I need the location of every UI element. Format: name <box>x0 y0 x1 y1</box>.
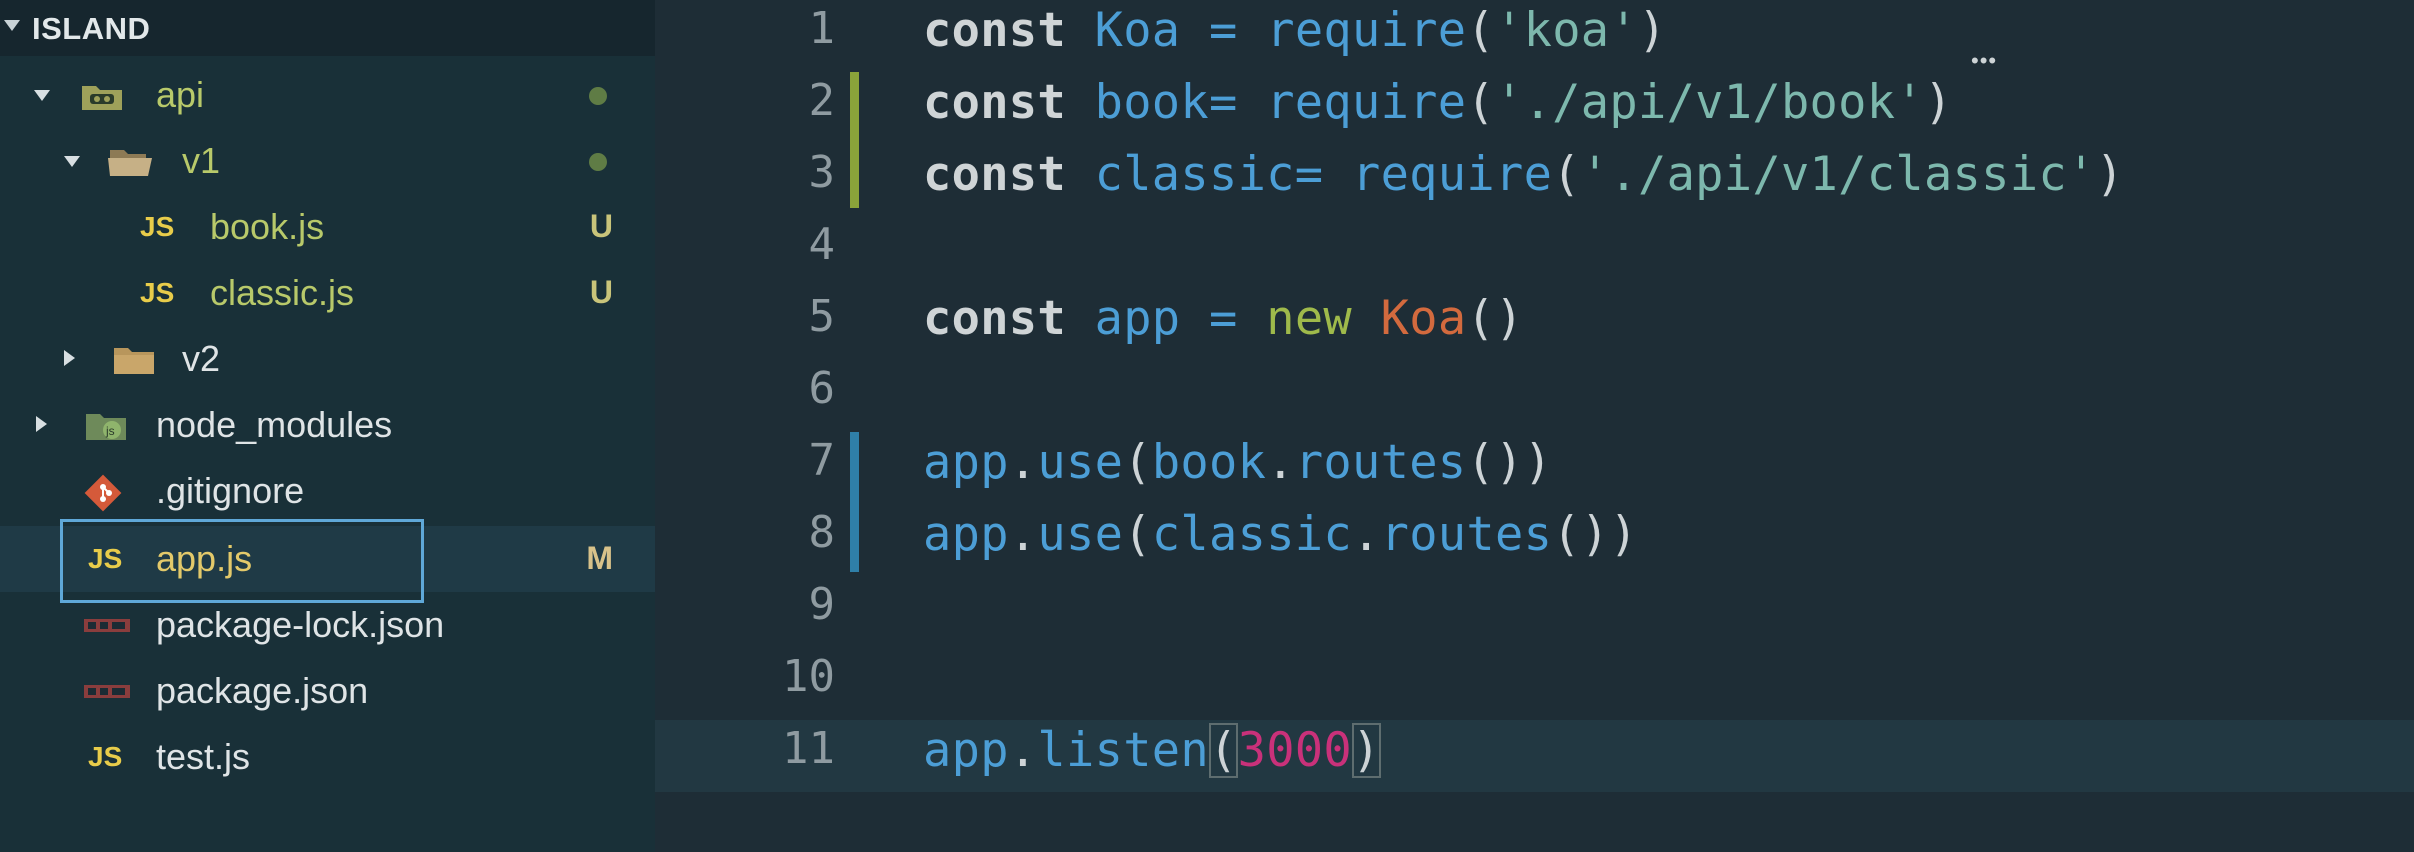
tree-item-book-js[interactable]: JS book.js U <box>0 194 655 260</box>
git-status-badge: U <box>589 274 613 310</box>
folder-icon <box>114 348 154 374</box>
line-number: 11 <box>782 723 835 774</box>
code-line-6[interactable]: 6 <box>655 360 2414 432</box>
code-line-9[interactable]: 9 <box>655 576 2414 648</box>
tree-item-label: package-lock.json <box>156 604 445 645</box>
modified-dot <box>589 87 607 105</box>
javascript-file-icon: JS <box>88 741 123 772</box>
explorer-header[interactable]: ISLAND <box>0 0 655 56</box>
git-status-badge: U <box>589 208 613 244</box>
selection-highlight <box>60 519 424 603</box>
tree-item-classic-js[interactable]: JS classic.js U <box>0 260 655 326</box>
line-number: 7 <box>808 435 836 486</box>
api-folder-icon <box>82 86 122 110</box>
code-line-2[interactable]: 2 const book= require('./api/v1/book') <box>655 72 2414 144</box>
code-text: app.listen(3000) <box>923 723 1381 778</box>
code-line-10[interactable]: 10 <box>655 648 2414 720</box>
line-number: 6 <box>808 363 836 414</box>
tree-item-node-modules[interactable]: js node_modules <box>0 392 655 458</box>
window: ISLAND api v1 JS book.js U JS classic.js… <box>0 0 2414 852</box>
line-number: 1 <box>808 3 836 54</box>
line-number: 5 <box>808 291 836 342</box>
code-editor[interactable]: 1 const Koa = require('koa') ••• 2 const… <box>655 0 2414 852</box>
git-added-marker <box>850 72 859 144</box>
tree-item-label: classic.js <box>210 272 355 313</box>
tree-item-label: v1 <box>182 140 221 181</box>
npm-icon <box>84 619 130 632</box>
code-line-1[interactable]: 1 const Koa = require('koa') ••• <box>655 0 2414 73</box>
tree-item-label: api <box>156 74 205 115</box>
javascript-file-icon: JS <box>140 277 175 308</box>
tree-item-label: book.js <box>210 206 325 247</box>
code-line-7[interactable]: 7 app.use(book.routes()) <box>655 432 2414 504</box>
modified-dot <box>589 153 607 171</box>
code-line-5[interactable]: 5 const app = new Koa() <box>655 288 2414 360</box>
line-number: 3 <box>808 147 836 198</box>
svg-text:js: js <box>105 424 115 438</box>
git-modified-marker <box>850 504 859 572</box>
tree-item-label: node_modules <box>156 404 393 445</box>
code-text: const book= require('./api/v1/book') <box>923 75 1953 130</box>
git-modified-marker <box>850 432 859 504</box>
chevron-right-icon[interactable] <box>36 416 47 432</box>
code-text: const Koa = require('koa') <box>923 3 1667 58</box>
tree-item-package-json[interactable]: package.json <box>0 658 655 724</box>
code-text: const classic= require('./api/v1/classic… <box>923 147 2125 202</box>
matching-bracket: ) <box>1352 723 1381 778</box>
tree-item-api[interactable]: api <box>0 62 655 128</box>
chevron-right-icon[interactable] <box>64 350 75 366</box>
tree-item-gitignore[interactable]: .gitignore <box>0 458 655 524</box>
code-text: app.use(classic.routes()) <box>923 507 1638 562</box>
line-number: 8 <box>808 507 836 558</box>
tree-item-label: .gitignore <box>156 470 305 511</box>
javascript-file-icon: JS <box>140 211 175 242</box>
tree-item-label: v2 <box>182 338 221 379</box>
git-icon <box>84 474 122 512</box>
tree-item-package-lock-json[interactable]: package-lock.json <box>0 592 655 658</box>
tree-item-v2[interactable]: v2 <box>0 326 655 392</box>
folder-open-icon <box>108 150 152 176</box>
collapse-icon[interactable] <box>4 20 20 31</box>
git-added-marker <box>850 144 859 208</box>
tree-item-label: package.json <box>156 670 369 711</box>
hint-dots-icon: ••• <box>1971 48 1998 73</box>
line-number: 4 <box>808 219 836 270</box>
tree-item-test-js[interactable]: JS test.js <box>0 724 655 790</box>
explorer-sidebar: ISLAND api v1 JS book.js U JS classic.js… <box>0 0 655 852</box>
tree-item-label: test.js <box>156 736 251 777</box>
line-number: 9 <box>808 579 836 630</box>
code-text: const app = new Koa() <box>923 291 1524 346</box>
line-number: 2 <box>808 75 836 126</box>
project-title: ISLAND <box>32 11 151 46</box>
chevron-down-icon[interactable] <box>64 156 80 167</box>
chevron-down-icon[interactable] <box>34 90 50 101</box>
git-status-badge: M <box>586 540 613 576</box>
line-number: 10 <box>782 651 835 702</box>
code-line-3[interactable]: 3 const classic= require('./api/v1/class… <box>655 144 2414 216</box>
matching-bracket: ( <box>1209 723 1238 778</box>
tree-item-v1[interactable]: v1 <box>0 128 655 194</box>
code-text: app.use(book.routes()) <box>923 435 1553 490</box>
node-modules-folder-icon: js <box>86 414 126 440</box>
code-line-8[interactable]: 8 app.use(classic.routes()) <box>655 504 2414 576</box>
code-line-4[interactable]: 4 <box>655 216 2414 288</box>
code-line-11[interactable]: 11 app.listen(3000) <box>655 720 2414 792</box>
npm-icon <box>84 685 130 698</box>
